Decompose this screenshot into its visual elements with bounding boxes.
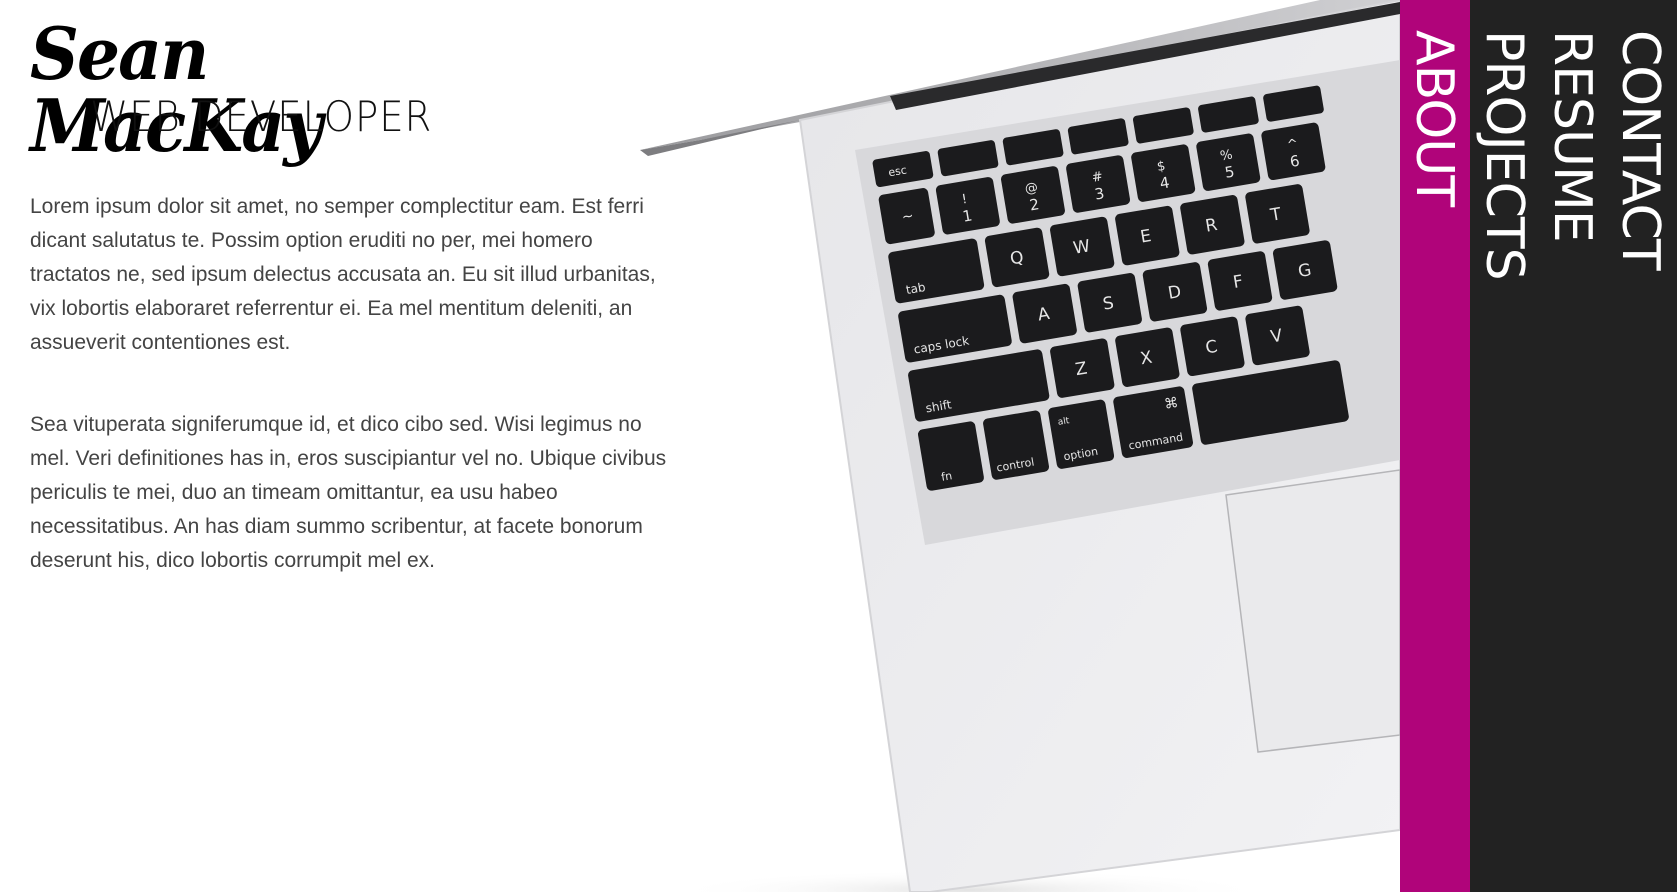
svg-text:W: W — [1072, 236, 1092, 259]
nav-resume[interactable]: RESUME — [1542, 30, 1602, 242]
svg-text:fn: fn — [940, 469, 953, 484]
svg-text:alt: alt — [1057, 416, 1071, 428]
svg-text:⌘: ⌘ — [1163, 395, 1179, 413]
logo-subtitle: WEB DEVELOPER — [90, 92, 433, 141]
nav-projects[interactable]: PROJECTS — [1474, 30, 1534, 280]
nav-active-panel[interactable]: ABOUT — [1400, 0, 1470, 892]
nav-about[interactable]: ABOUT — [1404, 30, 1464, 206]
laptop-photo: esc ~ ! 1 @2 #3 $4 % 5 ^ 6 tab Q W E R T… — [640, 0, 1400, 892]
about-paragraph-2: Sea vituperata signiferumque id, et dico… — [30, 413, 667, 572]
laptop-illustration: esc ~ !1 @2 #3 $4 %5 ^6 tab Q W E R T ca… — [640, 0, 1400, 892]
site-logo[interactable]: Sean MacKay WEB DEVELOPER — [30, 18, 530, 162]
about-content: Lorem ipsum dolor sit amet, no semper co… — [30, 190, 670, 626]
nav-contact[interactable]: CONTACT — [1610, 30, 1670, 270]
about-paragraph-1: Lorem ipsum dolor sit amet, no semper co… — [30, 195, 656, 354]
